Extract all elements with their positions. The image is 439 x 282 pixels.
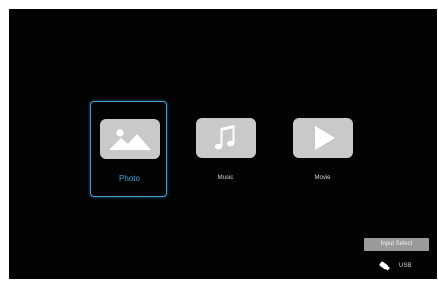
input-select-button[interactable]: Input Select (364, 238, 429, 251)
play-icon (293, 118, 353, 158)
menu-item-label: Photo (119, 174, 140, 183)
menu-item-label: Movie (314, 175, 331, 181)
music-note-icon (196, 118, 256, 158)
menu-item-movie[interactable]: Movie (284, 101, 361, 197)
menu-item-music[interactable]: Music (187, 101, 264, 197)
menu-item-photo[interactable]: Photo (90, 101, 167, 197)
photo-icon (100, 119, 160, 159)
media-player-screen: Photo Music Movie Input Select USB (9, 9, 437, 279)
usb-label: USB (399, 263, 412, 269)
usb-stick-icon (379, 261, 390, 271)
menu-item-label: Music (217, 175, 234, 181)
